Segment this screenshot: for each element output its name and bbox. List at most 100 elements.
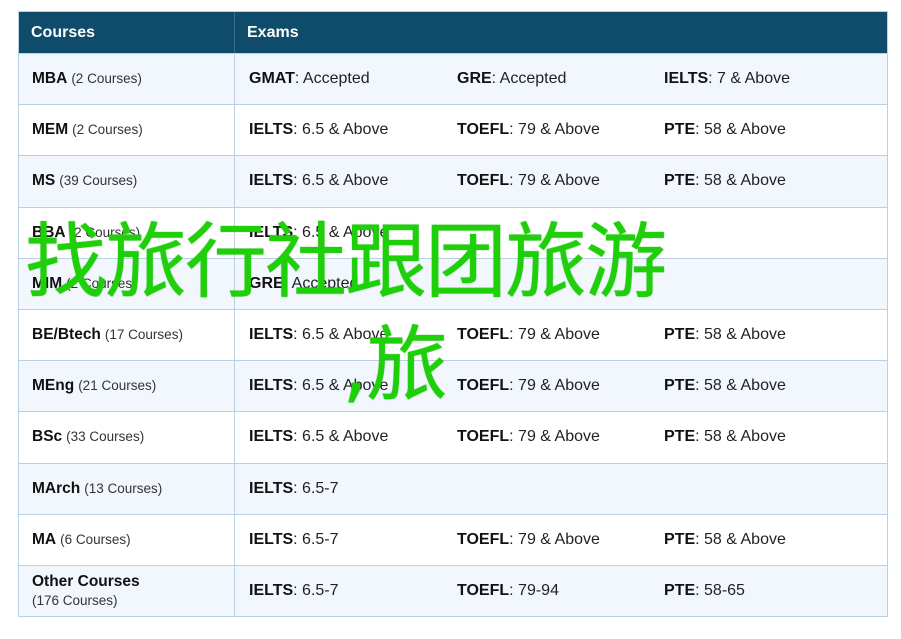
course-count: (33 Courses): [66, 429, 145, 445]
exam-requirement: IELTS: 6.5-7: [235, 480, 443, 498]
exams-cell: IELTS: 6.5-7 TOEFL: 79-94 PTE: 58-65: [235, 566, 887, 616]
exam-score: : 58 & Above: [695, 172, 786, 190]
course-count: (2 Courses): [72, 122, 143, 138]
course-label: Other Courses (176 Courses): [32, 573, 234, 608]
exam-name: IELTS: [664, 70, 709, 88]
exam-requirement: TOEFL: 79 & Above: [443, 531, 650, 549]
exam-requirement: IELTS: 6.5-7: [235, 582, 443, 600]
exam-score: : 6.5 & Above: [293, 121, 389, 139]
exam-requirement: TOEFL: 79 & Above: [443, 377, 650, 395]
exam-name: IELTS: [249, 530, 294, 548]
course-name[interactable]: MIM: [32, 275, 62, 292]
exams-cell: IELTS: 6.5 & Above TOEFL: 79 & Above PTE: …: [235, 310, 887, 360]
course-cell: MBA (2 Courses): [19, 54, 235, 105]
course-name[interactable]: MA: [32, 531, 56, 548]
course-label: MEM (2 Courses): [32, 121, 234, 139]
course-name[interactable]: BBA: [32, 224, 66, 241]
course-label: BSc (33 Courses): [32, 428, 234, 446]
exam-name: TOEFL: [457, 172, 510, 190]
exam-score: : 6.5-7: [293, 479, 339, 497]
exam-score: : 58 & Above: [695, 121, 786, 139]
exam-requirement: PTE: 58 & Above: [650, 121, 887, 139]
course-name[interactable]: BE/Btech: [32, 326, 101, 343]
course-name[interactable]: BSc: [32, 428, 62, 445]
exam-score: : 6.5 & Above: [293, 172, 389, 190]
exam-name: TOEFL: [457, 121, 510, 139]
exam-requirement: IELTS: 6.5 & Above: [235, 121, 443, 139]
exams-cell: IELTS: 6.5 & Above TOEFL: 79 & Above PTE: …: [235, 412, 887, 462]
exam-name: TOEFL: [457, 326, 510, 344]
exam-name: IELTS: [249, 326, 294, 344]
exam-score: : 6.5-7: [293, 581, 339, 599]
exam-requirement: GMAT: Accepted: [235, 70, 443, 88]
table-row: BE/Btech (17 Courses) IELTS: 6.5 & Above TO…: [19, 308, 887, 361]
exam-name: IELTS: [249, 428, 294, 446]
table-row: Other Courses (176 Courses) IELTS: 6.5-7 TO…: [19, 564, 887, 617]
exam-score: : 6.5 & Above: [293, 428, 389, 446]
course-count: (176 Courses): [32, 593, 118, 609]
course-count: (39 Courses): [59, 173, 138, 189]
exam-requirement: GRE: Accepted: [235, 275, 443, 293]
exam-score: : 79 & Above: [509, 172, 600, 190]
exam-requirement: IELTS: 6.5 & Above: [235, 172, 443, 190]
course-name[interactable]: MEM: [32, 121, 68, 138]
exam-name: IELTS: [249, 223, 294, 241]
exams-cell: IELTS: 6.5 & Above TOEFL: 79 & Above PTE: …: [235, 105, 887, 155]
course-cell: MEM (2 Courses): [19, 105, 235, 156]
exam-score: : 7 & Above: [708, 70, 790, 88]
course-name[interactable]: MS: [32, 172, 55, 189]
exam-requirement: TOEFL: 79 & Above: [443, 326, 650, 344]
exam-score: : 79 & Above: [509, 377, 600, 395]
course-cell: MEng (21 Courses): [19, 361, 235, 412]
exam-requirement: PTE: 58 & Above: [650, 172, 887, 190]
exam-score: : 58 & Above: [695, 428, 786, 446]
exams-cell: IELTS: 6.5 & Above: [235, 208, 887, 258]
exam-score: : Accepted: [283, 274, 359, 292]
table-row: MEng (21 Courses) IELTS: 6.5 & Above TOEFL:…: [19, 360, 887, 412]
exam-requirement: PTE: 58-65: [650, 582, 887, 600]
exam-requirement: PTE: 58 & Above: [650, 428, 887, 446]
exam-requirement: IELTS: 6.5 & Above: [235, 428, 443, 446]
exam-name: PTE: [664, 530, 696, 548]
exam-name: TOEFL: [457, 428, 510, 446]
table-row: MA (6 Courses) IELTS: 6.5-7 TOEFL: 79 & Abo…: [19, 513, 887, 565]
exam-name: GMAT: [249, 70, 295, 88]
exam-name: TOEFL: [457, 581, 510, 599]
course-name[interactable]: MEng: [32, 377, 74, 394]
course-label: MS (39 Courses): [32, 172, 234, 190]
table-row: MEM (2 Courses) IELTS: 6.5 & Above TOEFL: 7…: [19, 104, 887, 156]
exam-requirement: IELTS: 6.5 & Above: [235, 326, 443, 344]
exam-requirement: PTE: 58 & Above: [650, 377, 887, 395]
header-courses: Courses: [19, 12, 235, 53]
exam-name: PTE: [664, 581, 696, 599]
table-row: MArch (13 Courses) IELTS: 6.5-7: [19, 462, 887, 514]
exam-requirement: TOEFL: 79 & Above: [443, 172, 650, 190]
course-label: MArch (13 Courses): [32, 480, 234, 498]
exam-score: : 79 & Above: [509, 530, 600, 548]
exam-name: PTE: [664, 326, 696, 344]
exam-name: IELTS: [249, 479, 294, 497]
exam-name: IELTS: [249, 581, 294, 599]
exam-score: : 79-94: [509, 581, 559, 599]
exams-cell: IELTS: 6.5 & Above TOEFL: 79 & Above PTE: …: [235, 361, 887, 411]
exams-cell: IELTS: 6.5 & Above TOEFL: 79 & Above PTE: …: [235, 156, 887, 206]
course-cell: BE/Btech (17 Courses): [19, 309, 235, 361]
exam-score: : 6.5 & Above: [293, 326, 389, 344]
exam-score: : 58 & Above: [695, 326, 786, 344]
table-row: MIM (2 Courses) GRE: Accepted: [19, 257, 887, 309]
exam-score: : 58-65: [695, 581, 745, 599]
course-label: MA (6 Courses): [32, 531, 234, 549]
course-label: MIM (2 Courses): [32, 275, 234, 293]
exam-requirement: IELTS: 6.5-7: [235, 531, 443, 549]
course-name[interactable]: MBA: [32, 70, 67, 87]
exam-requirement: PTE: 58 & Above: [650, 531, 887, 549]
exam-score: : 79 & Above: [509, 326, 600, 344]
exams-cell: IELTS: 6.5-7: [235, 464, 887, 514]
course-name[interactable]: Other Courses: [32, 573, 140, 590]
table-row: MS (39 Courses) IELTS: 6.5 & Above TOEFL: 7…: [19, 155, 887, 207]
course-count: (17 Courses): [104, 327, 183, 343]
course-name[interactable]: MArch: [32, 480, 80, 497]
courses-exams-table: Courses Exams MBA (2 Courses) GMAT: Accept…: [18, 11, 888, 618]
exam-score: : 58 & Above: [695, 530, 786, 548]
exam-score: : 6.5-7: [293, 530, 339, 548]
